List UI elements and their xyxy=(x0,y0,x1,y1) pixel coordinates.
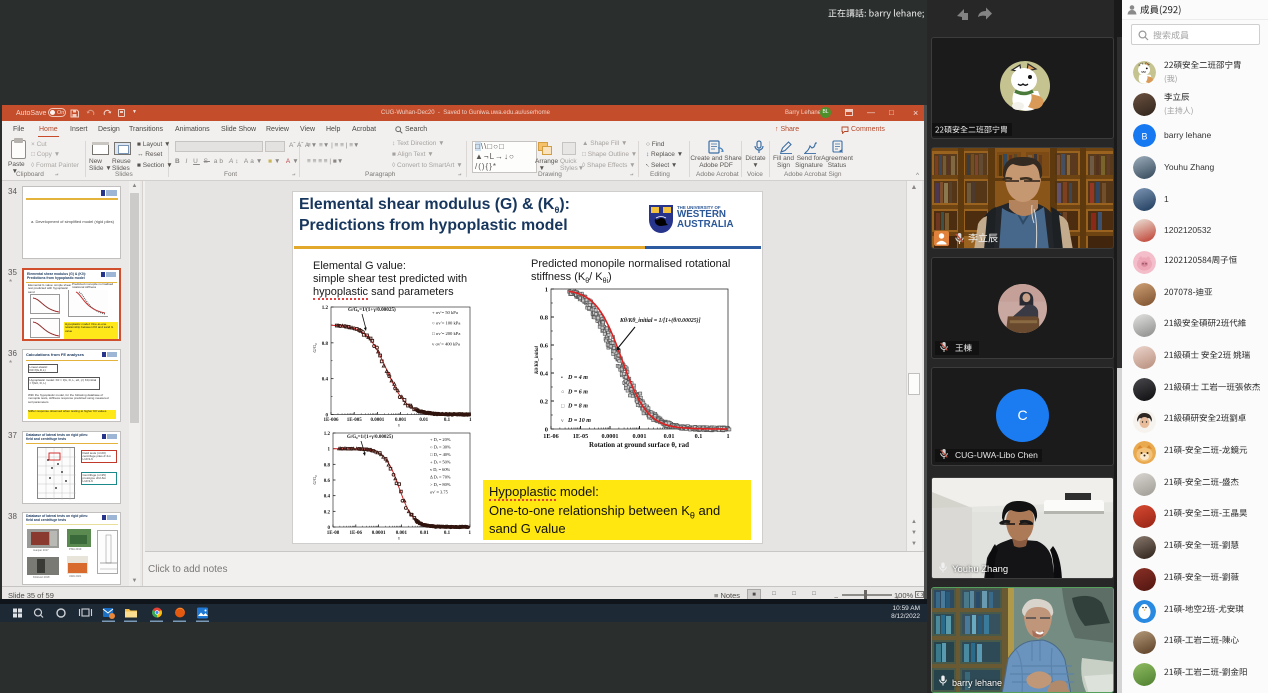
svg-text:G/G₀: G/G₀ xyxy=(312,343,317,353)
svg-text:v σv′= 400 kPa: v σv′= 400 kPa xyxy=(432,342,460,347)
svg-text:D = 10 m: D = 10 m xyxy=(567,418,591,424)
svg-text:0.8: 0.8 xyxy=(322,342,329,347)
svg-text:○ σv′= 100 kPa: ○ σv′= 100 kPa xyxy=(432,321,460,326)
svg-text:+ Dᵣ = 50%: + Dᵣ = 50% xyxy=(430,460,451,465)
svg-text:▪: ▪ xyxy=(561,375,563,381)
svg-text:1E-06: 1E-06 xyxy=(350,531,363,536)
svg-text:0.4: 0.4 xyxy=(324,495,331,500)
svg-text:v: v xyxy=(561,418,564,424)
svg-text:σv′ ≈ 3.75: σv′ ≈ 3.75 xyxy=(430,490,449,495)
svg-text:> Dᵣ = 80%: > Dᵣ = 80% xyxy=(430,482,451,487)
svg-text:+ Dᵣ = 20%: + Dᵣ = 20% xyxy=(430,437,451,442)
svg-text:□ σv′= 200 kPa: □ σv′= 200 kPa xyxy=(432,331,460,336)
svg-text:G/G₀: G/G₀ xyxy=(312,475,317,485)
svg-text:0.01: 0.01 xyxy=(664,433,675,440)
svg-text:0.001: 0.001 xyxy=(633,433,647,440)
svg-text:1E-006: 1E-006 xyxy=(324,418,340,423)
svg-text:0.2: 0.2 xyxy=(540,399,548,406)
svg-text:Kθ/Kθ_initial = 1/[1+(θ/0.0002: Kθ/Kθ_initial = 1/[1+(θ/0.00025)] xyxy=(619,317,701,324)
svg-text:0.6: 0.6 xyxy=(324,479,331,484)
svg-text:1E-08: 1E-08 xyxy=(327,531,340,536)
svg-text:0.8: 0.8 xyxy=(324,463,331,468)
svg-text:0.0001: 0.0001 xyxy=(601,433,618,440)
svg-text:D = 4 m: D = 4 m xyxy=(567,375,588,381)
svg-text:1: 1 xyxy=(545,287,548,294)
svg-text:○ Dᵣ = 30%: ○ Dᵣ = 30% xyxy=(430,445,451,450)
svg-text:G/G₀=1/(1+γ/0.00025): G/G₀=1/(1+γ/0.00025) xyxy=(348,306,396,313)
svg-text:□: □ xyxy=(561,404,565,410)
svg-text:□ Dᵣ = 40%: □ Dᵣ = 40% xyxy=(430,452,451,457)
svg-text:v Dᵣ = 60%: v Dᵣ = 60% xyxy=(430,467,451,472)
svg-text:0.0001: 0.0001 xyxy=(371,418,385,423)
svg-text:+ σv′= 50 kPa: + σv′= 50 kPa xyxy=(432,310,458,315)
svg-text:Kθ/Kθ_initial: Kθ/Kθ_initial xyxy=(535,345,540,375)
svg-text:0.2: 0.2 xyxy=(324,510,331,515)
svg-text:1E-05: 1E-05 xyxy=(573,433,588,440)
svg-text:G/G₀=1/(1+γ/0.00025): G/G₀=1/(1+γ/0.00025) xyxy=(347,435,393,440)
svg-text:0.01: 0.01 xyxy=(419,418,428,423)
svg-text:D = 8 m: D = 8 m xyxy=(567,404,588,410)
svg-text:0.01: 0.01 xyxy=(420,531,429,536)
svg-text:γ: γ xyxy=(398,535,400,540)
svg-text:1E-06: 1E-06 xyxy=(543,433,558,440)
svg-text:0.1: 0.1 xyxy=(444,531,451,536)
svg-text:D = 6 m: D = 6 m xyxy=(567,389,588,395)
svg-text:1: 1 xyxy=(328,448,331,453)
svg-text:0.6: 0.6 xyxy=(540,343,549,350)
svg-text:0.4: 0.4 xyxy=(322,378,329,383)
svg-text:1.2: 1.2 xyxy=(322,306,329,311)
svg-text:1E-005: 1E-005 xyxy=(347,418,363,423)
svg-text:1: 1 xyxy=(469,418,472,423)
svg-text:0.1: 0.1 xyxy=(695,433,703,440)
svg-text:1: 1 xyxy=(726,433,729,440)
svg-text:Δ Dᵣ = 70%: Δ Dᵣ = 70% xyxy=(430,475,451,480)
svg-text:1.2: 1.2 xyxy=(324,432,331,437)
svg-text:○: ○ xyxy=(561,389,564,395)
svg-text:1: 1 xyxy=(469,531,472,536)
svg-text:0.001: 0.001 xyxy=(395,418,407,423)
svg-text:0.1: 0.1 xyxy=(444,418,451,423)
svg-text:B: B xyxy=(1141,132,1147,142)
svg-text:Rotation at ground surface θ,: Rotation at ground surface θ, rad xyxy=(589,441,689,449)
svg-text:γ: γ xyxy=(398,422,400,427)
svg-text:0.0001: 0.0001 xyxy=(372,531,386,536)
svg-text:0.8: 0.8 xyxy=(540,315,549,322)
svg-text:0.4: 0.4 xyxy=(540,371,549,378)
